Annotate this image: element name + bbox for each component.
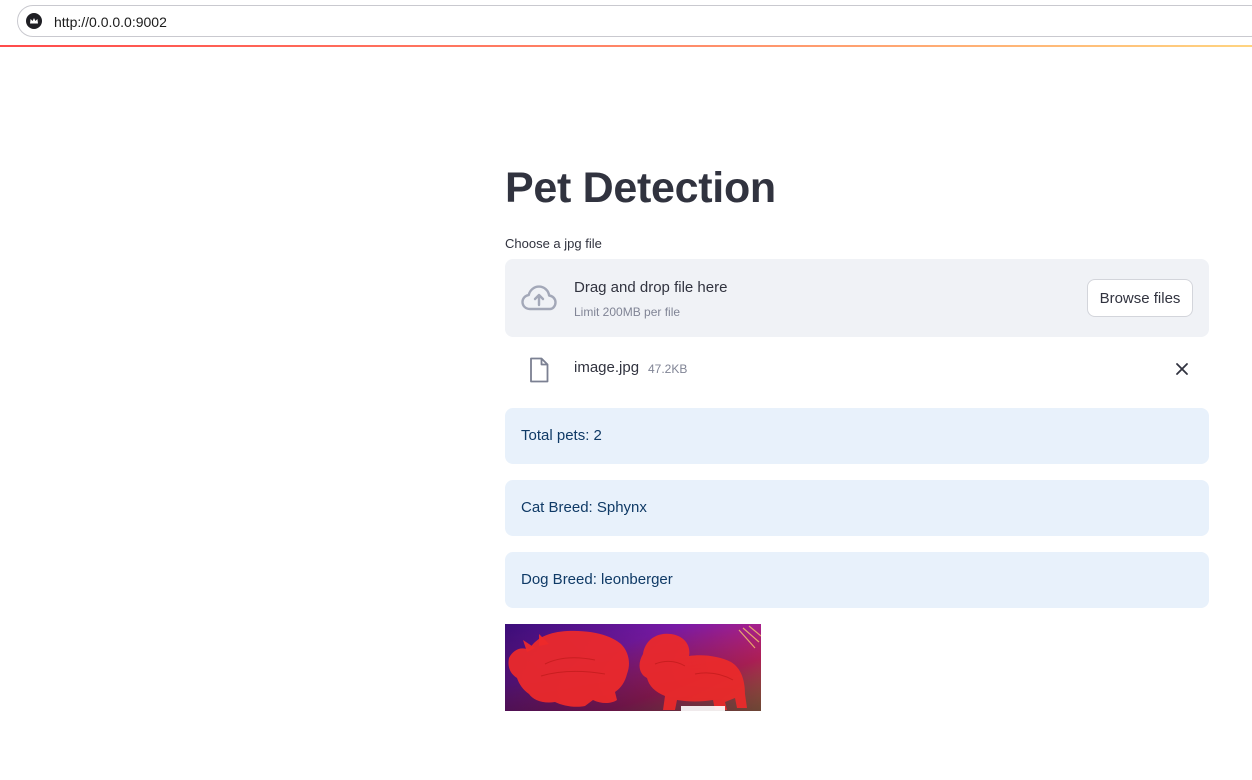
remove-file-button[interactable] (1171, 358, 1193, 380)
dog-breed-alert: Dog Breed: leonberger (505, 552, 1209, 608)
dog-breed-text: Dog Breed: leonberger (521, 571, 673, 588)
detection-result-image (505, 624, 761, 711)
file-uploader-label: Choose a jpg file (505, 236, 602, 251)
file-icon (530, 357, 549, 383)
dropzone-size-limit: Limit 200MB per file (574, 305, 681, 319)
uploaded-file-name: image.jpg (574, 359, 640, 376)
url-text[interactable]: http://0.0.0.0:9002 (54, 14, 167, 30)
file-dropzone[interactable]: Drag and drop file here Limit 200MB per … (505, 259, 1209, 337)
close-icon (1176, 363, 1188, 375)
total-pets-text: Total pets: 2 (521, 427, 602, 444)
browse-files-button[interactable]: Browse files (1087, 279, 1193, 317)
dropzone-instructions: Drag and drop file here (574, 279, 728, 296)
browser-url-bar[interactable]: http://0.0.0.0:9002 (17, 5, 1252, 37)
total-pets-alert: Total pets: 2 (505, 408, 1209, 464)
streamlit-crown-icon (26, 13, 42, 29)
header-decoration-bar (0, 45, 1252, 47)
page-title: Pet Detection (505, 164, 776, 212)
cat-breed-text: Cat Breed: Sphynx (521, 499, 647, 516)
cloud-upload-icon (521, 285, 557, 311)
cat-breed-alert: Cat Breed: Sphynx (505, 480, 1209, 536)
uploaded-file-size: 47.2KB (648, 362, 688, 376)
uploaded-file-row: image.jpg 47.2KB (505, 346, 1209, 392)
